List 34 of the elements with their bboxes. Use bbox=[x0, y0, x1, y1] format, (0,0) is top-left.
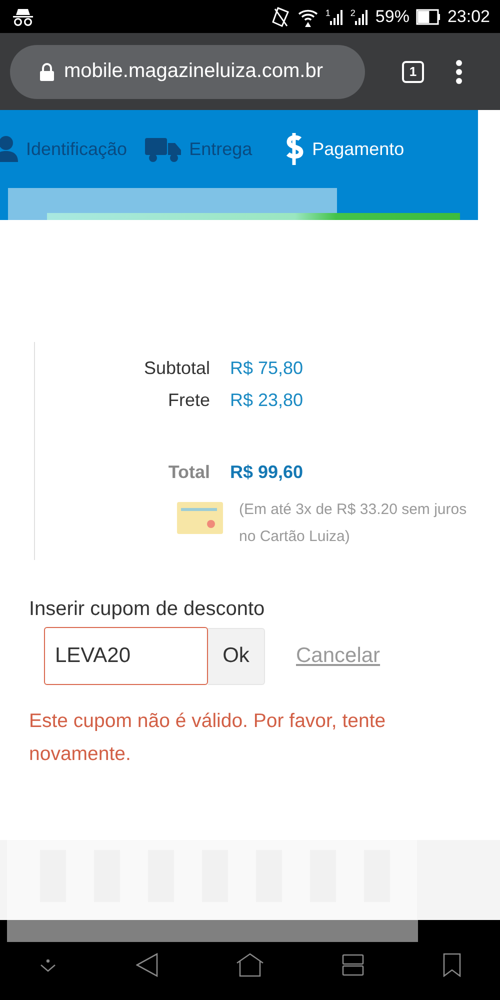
sim-number: 2 bbox=[350, 8, 356, 18]
address-bar[interactable]: mobile.magazineluiza.com.br bbox=[10, 44, 365, 98]
coupon-label: Inserir cupom de desconto bbox=[29, 598, 266, 621]
lock-icon bbox=[40, 62, 54, 80]
menu-icon[interactable] bbox=[456, 60, 462, 84]
installment-text: (Em até 3x de R$ 33.20 sem juros no Cartão Luiza) bbox=[239, 500, 468, 547]
recent-apps-icon[interactable] bbox=[342, 954, 364, 976]
url-text: mobile.magazineluiza.com.br bbox=[64, 60, 324, 83]
chevron-down-icon[interactable] bbox=[39, 958, 58, 972]
summary-label: Frete bbox=[166, 389, 210, 412]
total-value: R$ 99,60 bbox=[230, 461, 304, 484]
coupon-field[interactable]: LEVA20 bbox=[44, 627, 208, 685]
tab-switcher-button[interactable]: 1 bbox=[402, 60, 424, 82]
error-message: Este cupom não é válido. Por favor, tente novamente. bbox=[29, 709, 387, 767]
battery-percent: 59% bbox=[375, 6, 410, 26]
summary-value: R$ 75,80 bbox=[230, 357, 304, 380]
credit-card-icon bbox=[177, 502, 223, 534]
dollar-icon bbox=[284, 133, 304, 165]
summary-value: R$ 23,80 bbox=[230, 389, 304, 412]
person-icon bbox=[0, 136, 18, 162]
signal-icon bbox=[355, 8, 368, 24]
incognito-icon bbox=[12, 6, 34, 26]
ok-button[interactable]: Ok bbox=[208, 628, 265, 684]
total-label: Total bbox=[167, 461, 210, 484]
truck-icon bbox=[145, 136, 182, 162]
sim-number: 1 bbox=[325, 8, 330, 18]
battery-icon bbox=[416, 8, 440, 24]
home-icon[interactable] bbox=[236, 953, 264, 977]
back-icon[interactable] bbox=[136, 953, 158, 977]
signal-icon bbox=[330, 8, 344, 24]
summary-label: Subtotal bbox=[142, 357, 210, 380]
step-tab[interactable]: Pagamento bbox=[284, 133, 404, 165]
clock-time: 23:02 bbox=[447, 6, 490, 26]
bookmark-icon[interactable] bbox=[442, 953, 461, 977]
